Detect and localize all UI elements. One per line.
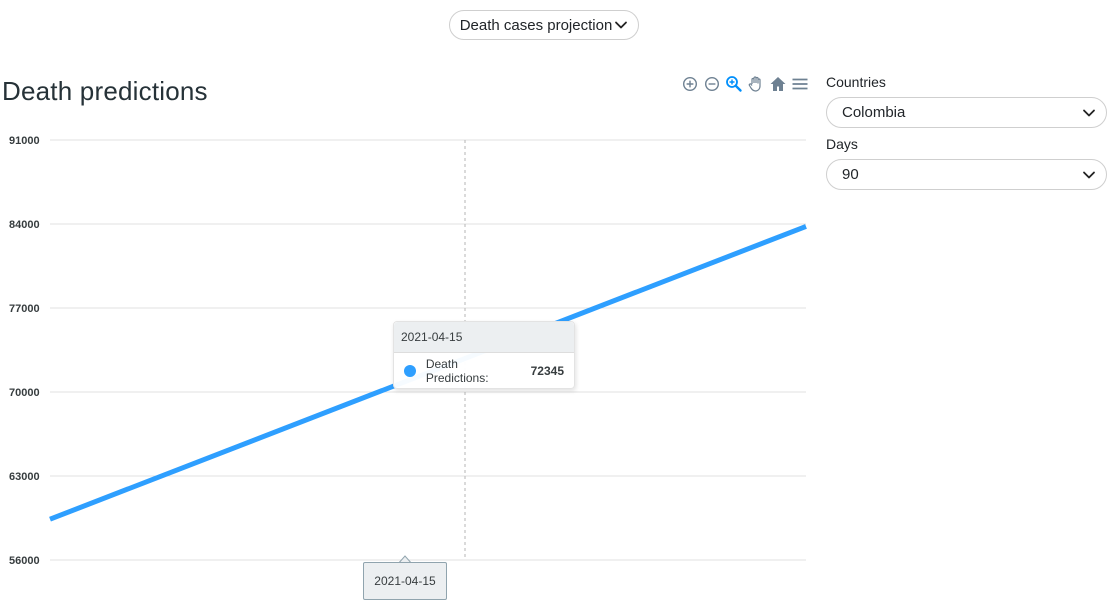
countries-label: Countries: [826, 74, 886, 90]
countries-select-value: Colombia: [842, 104, 906, 121]
chart-title: Death predictions: [2, 76, 208, 106]
chevron-down-icon: [1082, 168, 1096, 186]
y-tick-label: 84000: [9, 219, 40, 231]
chevron-down-icon: [614, 18, 628, 32]
days-label: Days: [826, 136, 858, 152]
zoom-in-icon[interactable]: [680, 74, 700, 94]
x-axis-tooltip: 2021-04-15: [363, 562, 447, 600]
days-select-value: 90: [842, 166, 859, 183]
series-marker: [404, 365, 416, 377]
countries-select[interactable]: Colombia: [826, 97, 1107, 128]
chart-toolbar: [680, 74, 810, 94]
pan-hand-icon[interactable]: [746, 74, 766, 94]
projection-select[interactable]: Death cases projection: [449, 10, 639, 40]
tooltip-body: Death Predictions: 72345: [394, 353, 574, 389]
selection-zoom-icon[interactable]: [724, 74, 744, 94]
y-tick-label: 91000: [9, 135, 40, 147]
zoom-out-icon[interactable]: [702, 74, 722, 94]
tooltip-series-label: Death Predictions:: [425, 357, 489, 385]
chevron-down-icon: [1082, 106, 1096, 124]
reset-home-icon[interactable]: [768, 74, 788, 94]
y-tick-label: 63000: [9, 471, 40, 483]
days-select[interactable]: 90: [826, 159, 1107, 190]
tooltip-value: 72345: [530, 364, 564, 378]
y-tick-label: 56000: [9, 555, 40, 567]
tooltip-header: 2021-04-15: [394, 322, 574, 353]
x-axis-tooltip-date: 2021-04-15: [374, 574, 436, 588]
y-tick-label: 77000: [9, 303, 40, 315]
menu-icon[interactable]: [790, 74, 810, 94]
y-tick-label: 70000: [9, 387, 40, 399]
tooltip-date: 2021-04-15: [401, 330, 463, 344]
page-root: Death cases projection Death predictions…: [0, 0, 1116, 614]
grid-lines: [50, 139, 806, 477]
y-axis-ticks: 91000 84000 77000 70000 63000 56000: [9, 135, 40, 567]
projection-select-label: Death cases projection: [459, 16, 613, 34]
chart-tooltip: 2021-04-15 Death Predictions: 72345: [393, 321, 575, 389]
